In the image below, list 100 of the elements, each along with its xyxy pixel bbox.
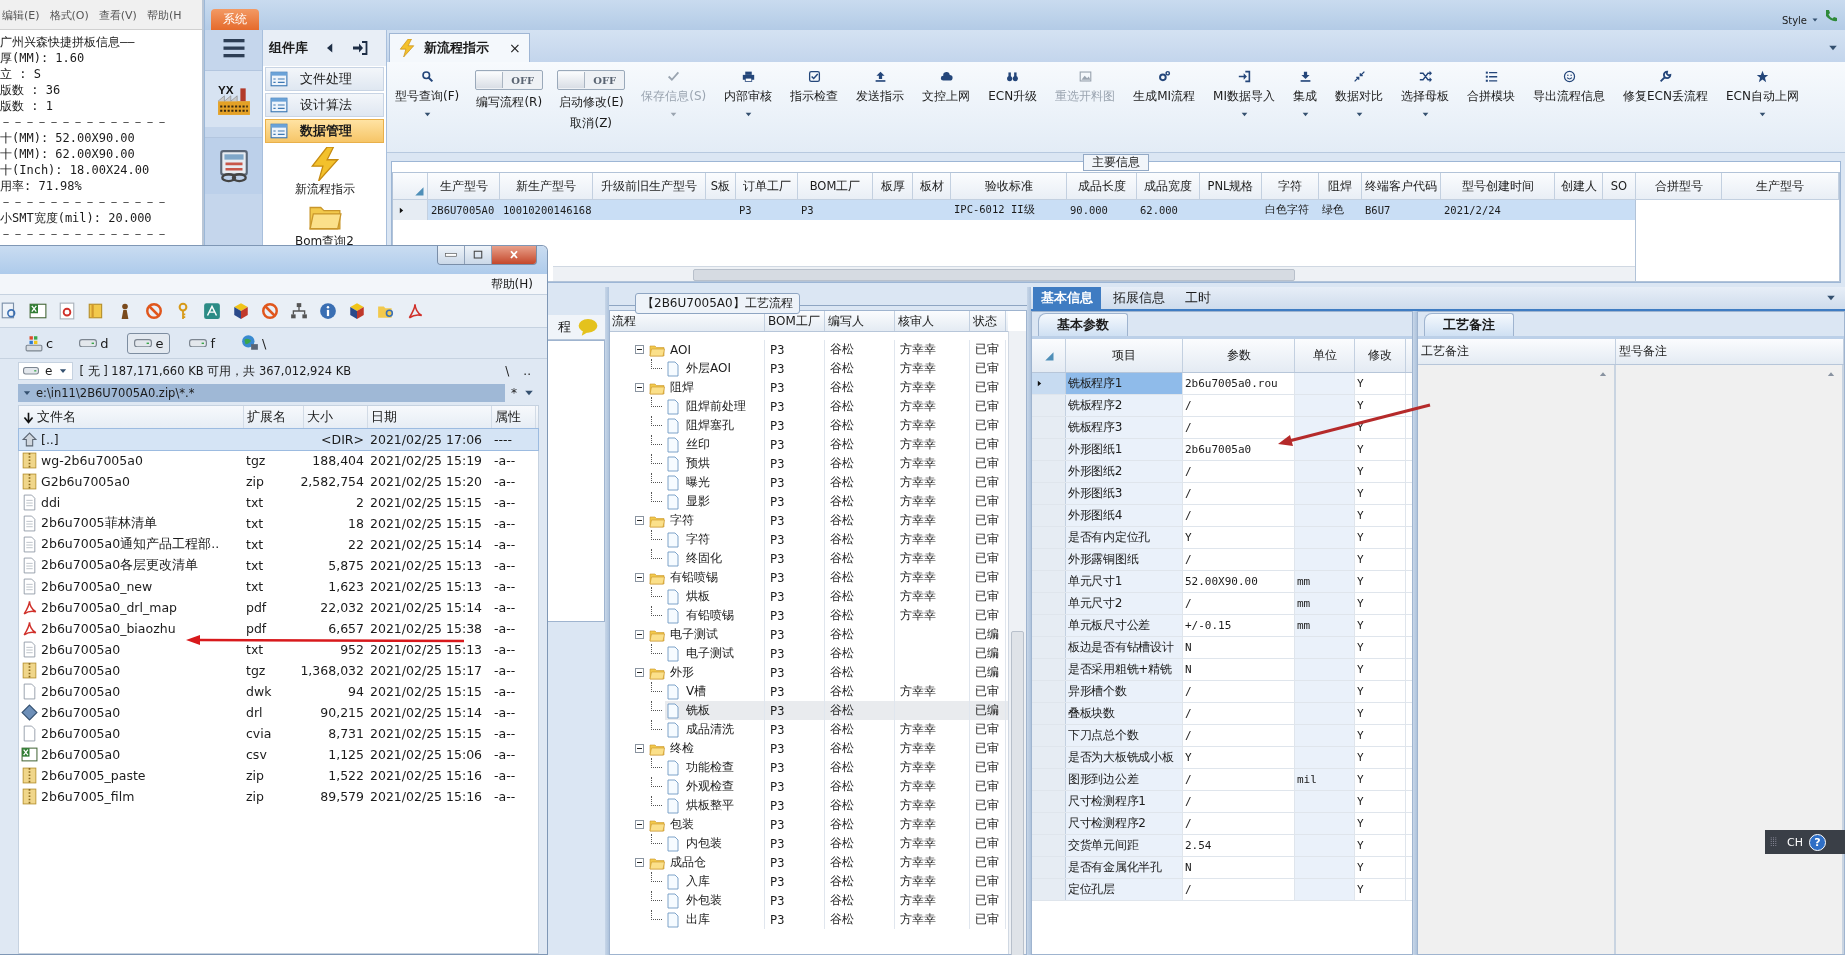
language-label[interactable]: CH (1787, 835, 1803, 849)
table-row[interactable]: 外形图纸1 2b6u7005a0 Y (1032, 439, 1412, 461)
tree-row[interactable]: 外层AOI P3 谷松 方幸幸 已审 (610, 359, 1008, 378)
table-row[interactable]: 交货单元间距 2.54 Y (1032, 835, 1412, 857)
collapse-icon[interactable] (635, 820, 644, 829)
toolbar-button[interactable] (29, 302, 47, 320)
table-row[interactable]: 铣板程序1 2b6u7005a0.rou Y (1032, 373, 1412, 395)
toolbar-button[interactable]: 合拼模块 (1465, 70, 1517, 105)
file-row[interactable]: 2b6u7005a0 txt 952 2021/02/25 15:13 -a-- (19, 639, 538, 660)
drive-button[interactable]: \ (234, 331, 274, 355)
table-row[interactable]: 下刀点总个数 / Y (1032, 725, 1412, 747)
tab[interactable]: 基本信息 (1033, 287, 1101, 309)
toolbar-button[interactable] (290, 302, 308, 320)
drive-button[interactable]: c (18, 331, 61, 355)
file-row[interactable]: wg-2b6u7005a0 tgz 188,404 2021/02/25 15:19 -a-- (19, 450, 538, 471)
table-row[interactable]: 是否为大板铣成小板 Y Y (1032, 747, 1412, 769)
tree-row[interactable]: 丝印 P3 谷松 方幸幸 已审 (610, 435, 1008, 454)
toggle-switch[interactable]: OFF (557, 70, 626, 90)
table-row[interactable]: 外形图纸3 / Y (1032, 483, 1412, 505)
table-row[interactable]: 外形图纸4 / Y (1032, 505, 1412, 527)
table-row[interactable]: 外形图纸2 / Y (1032, 461, 1412, 483)
tree-row[interactable]: 内包装 P3 谷松 方幸幸 已审 (610, 834, 1008, 853)
collapse-icon[interactable] (635, 573, 644, 582)
filter-button[interactable]: * (511, 386, 517, 400)
toolbar-button[interactable]: MI数据导入 (1211, 70, 1277, 119)
toolbar-button[interactable]: 文控上网 (920, 70, 973, 105)
toolbar-button[interactable] (261, 302, 279, 320)
toolbar-button[interactable] (232, 302, 250, 320)
horizontal-scrollbar[interactable] (553, 266, 1635, 281)
toolbar-button[interactable]: 数据对比 (1333, 70, 1385, 119)
drive-button[interactable]: f (182, 332, 222, 354)
path-bar[interactable]: e:\in11\2B6U7005A0.zip\*.* (18, 384, 505, 402)
file-row[interactable]: 2b6u7005a0_drl_map pdf 22,032 2021/02/25 15:14 -a-- (19, 597, 538, 618)
toolbar-button[interactable] (406, 302, 424, 320)
toolbar-button[interactable]: 内部审核 (722, 70, 775, 119)
menu-item[interactable]: 帮助(H (146, 8, 182, 23)
file-row[interactable]: [..] <DIR> 2021/02/25 17:06 ---- (19, 429, 538, 450)
column-header[interactable]: 参数 (1183, 339, 1295, 372)
table-row[interactable]: 是否有内定位孔 Y Y (1032, 527, 1412, 549)
column-header[interactable]: BOM工厂 (765, 311, 825, 331)
file-row[interactable]: ddi txt 2 2021/02/25 15:15 -a-- (19, 492, 538, 513)
toolbar-button[interactable]: 导出流程信息 (1531, 70, 1607, 105)
drive-dropdown[interactable]: e (18, 362, 74, 380)
column-header[interactable]: 状态 (970, 311, 1006, 331)
file-row[interactable]: 2b6u7005菲林清单 txt 18 2021/02/25 15:15 -a-- (19, 513, 538, 534)
table-row[interactable]: 叠板块数 / Y (1032, 703, 1412, 725)
file-row[interactable]: 2b6u7005_paste zip 1,522 2021/02/25 15:16 -a-- (19, 765, 538, 786)
tree-row[interactable]: 电子测试 P3 谷松 已编 (610, 644, 1008, 663)
table-row[interactable]: 定位孔层 / Y (1032, 879, 1412, 901)
file-row[interactable]: 2b6u7005a0_new txt 1,623 2021/02/25 15:13 -a-- (19, 576, 538, 597)
column-header[interactable]: 编写人 (825, 311, 895, 331)
tree-row[interactable]: 出库 P3 谷松 方幸幸 已审 (610, 910, 1008, 929)
menu-item[interactable]: 格式(O) (49, 8, 89, 23)
tree-row[interactable]: 入库 P3 谷松 方幸幸 已审 (610, 872, 1008, 891)
toolbar-button[interactable] (319, 302, 337, 320)
toolbar-button[interactable]: 集成 (1291, 70, 1319, 119)
table-row[interactable]: 单元尺寸2 / mm Y (1032, 593, 1412, 615)
library-item[interactable]: 文件处理 (265, 67, 384, 91)
tree-row[interactable]: 成品清洗 P3 谷松 方幸幸 已审 (610, 720, 1008, 739)
table-row[interactable]: 是否采用粗铣+精铣 N Y (1032, 659, 1412, 681)
close-tab-button[interactable]: × (509, 40, 521, 56)
table-row[interactable]: 尺寸检测程序2 / Y (1032, 813, 1412, 835)
tree-row[interactable]: 功能检查 P3 谷松 方幸幸 已审 (610, 758, 1008, 777)
table-row[interactable]: 外形露铜图纸 / Y (1032, 549, 1412, 571)
root-button[interactable]: \ (501, 364, 514, 378)
collapse-icon[interactable] (635, 630, 644, 639)
tree-row[interactable]: 显影 P3 谷松 方幸幸 已审 (610, 492, 1008, 511)
file-row[interactable]: 2b6u7005a0各层更改清单 txt 5,875 2021/02/25 15:13 -a-- (19, 555, 538, 576)
column-header[interactable]: 生产型号 (1722, 173, 1839, 200)
tree-row[interactable]: 外形 P3 谷松 已编 (610, 663, 1008, 682)
parent-button[interactable]: .. (519, 364, 535, 378)
table-row[interactable]: 单元尺寸1 52.00X90.00 mm Y (1032, 571, 1412, 593)
table-row[interactable]: 铣板程序2 / Y (1032, 395, 1412, 417)
tree-row[interactable]: 终检 P3 谷松 方幸幸 已审 (610, 739, 1008, 758)
tree-row[interactable]: 烘板 P3 谷松 方幸幸 已审 (610, 587, 1008, 606)
tab[interactable]: 拓展信息 (1105, 287, 1173, 309)
minimize-button[interactable] (438, 246, 465, 264)
tree-row[interactable]: 成品仓 P3 谷松 方幸幸 已审 (610, 853, 1008, 872)
column-header[interactable]: 合拼型号 (1636, 173, 1722, 200)
drive-button[interactable]: e (127, 332, 171, 354)
document-tab[interactable]: 新流程指示 × (389, 33, 530, 62)
tree-row[interactable]: 有铅喷锡 P3 谷松 方幸幸 已审 (610, 606, 1008, 625)
tree-row[interactable]: AOI P3 谷松 方幸幸 已审 (610, 340, 1008, 359)
collapse-icon[interactable] (635, 858, 644, 867)
column-header[interactable]: 流程 (610, 311, 765, 331)
toolbar-button[interactable]: 指示检查 (788, 70, 841, 105)
file-row[interactable]: 2b6u7005a0_biaozhu pdf 6,657 2021/02/25 15:38 -a-- (19, 618, 538, 639)
file-row[interactable]: 2b6u7005a0 tgz 1,368,032 2021/02/25 15:17 -a-- (19, 660, 538, 681)
toolbar-button[interactable]: ECN自动上网 (1723, 70, 1801, 119)
tree-row[interactable]: 有铅喷锡 P3 谷松 方幸幸 已审 (610, 568, 1008, 587)
toolbar-button[interactable]: 选择母板 (1399, 70, 1451, 119)
tree-row[interactable]: 外包装 P3 谷松 方幸幸 已审 (610, 891, 1008, 910)
column-header[interactable]: 型号备注 (1616, 339, 1844, 364)
toolbar-button[interactable] (58, 302, 76, 320)
tab[interactable]: 工艺备注 (1424, 313, 1514, 336)
collapse-icon[interactable] (635, 345, 644, 354)
menu-item[interactable]: 帮助(H) (490, 275, 533, 293)
toolbar-button[interactable] (0, 302, 18, 320)
menu-item[interactable]: 查看(V) (98, 8, 137, 23)
toolbar-button[interactable]: 生成MI流程 (1131, 70, 1198, 105)
